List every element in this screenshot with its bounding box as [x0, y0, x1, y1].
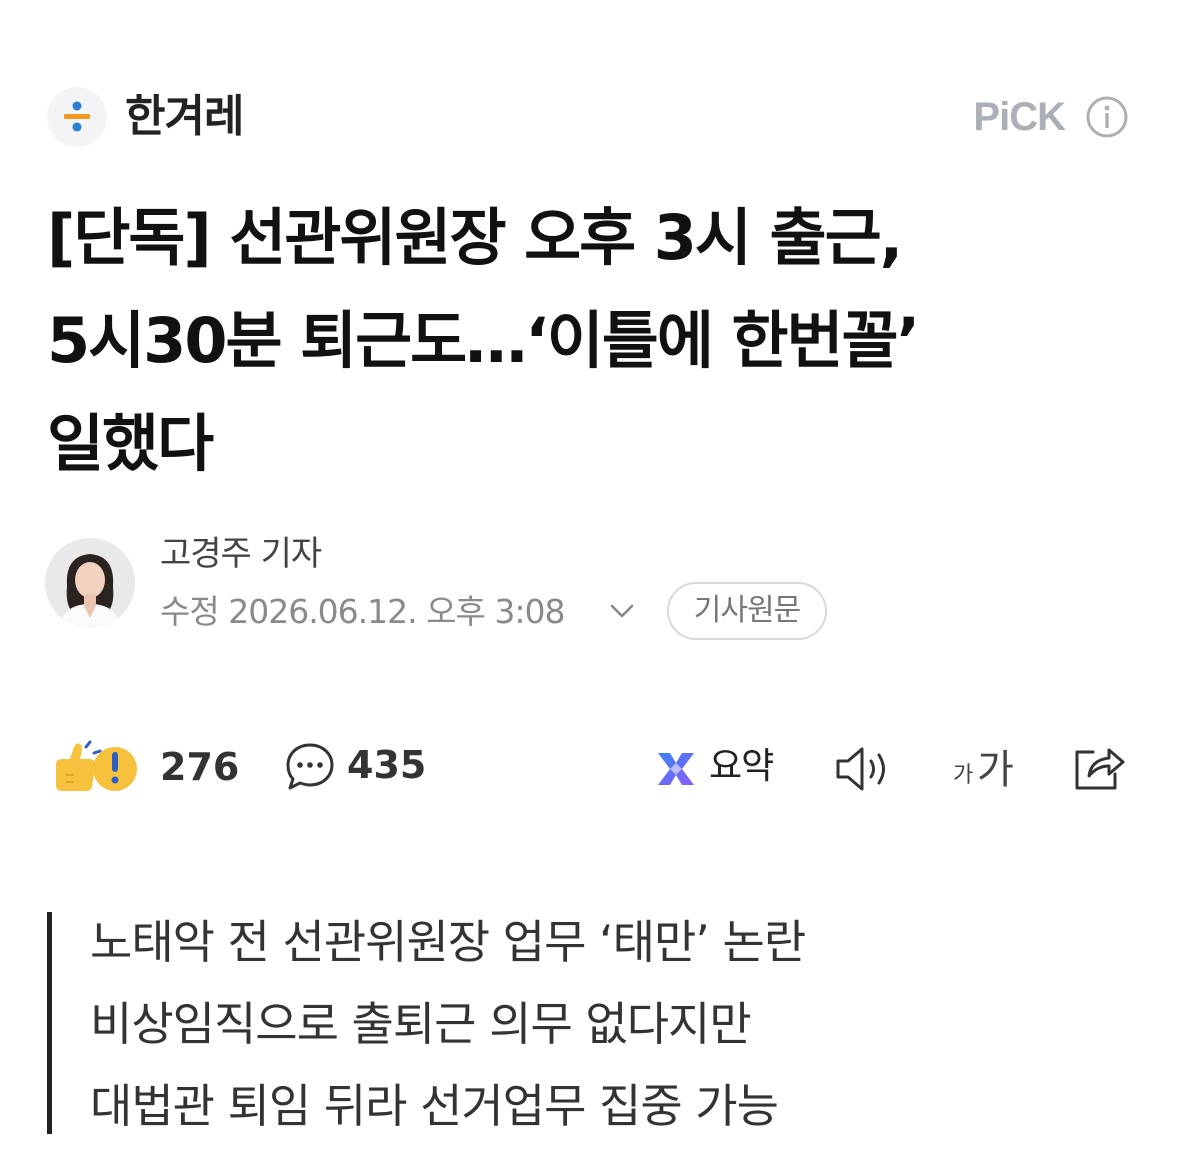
reaction-emoji-icon [56, 740, 137, 791]
article-summary-quote: 노태악 전 선관위원장 업무 ‘태만’ 논란 비상임직으로 출퇴근 의무 없다지… [47, 912, 1047, 1134]
press-header: 한겨레 PiCK [47, 87, 1129, 149]
press-logo-icon[interactable] [47, 87, 107, 147]
summary-label: 요약 [709, 746, 774, 787]
share-icon[interactable] [1071, 742, 1127, 794]
article-headline: [단독] 선관위원장 오후 3시 출근, 5시30분 퇴근도…‘이틀에 한번꼴’… [47, 186, 1132, 495]
reaction-count: 276 [160, 745, 240, 789]
headline-line: 5시30분 퇴근도…‘이틀에 한번꼴’ [47, 304, 920, 377]
reporter-avatar[interactable] [45, 538, 135, 628]
headline-line: 일했다 [47, 407, 214, 480]
comment-icon [286, 743, 334, 790]
original-article-button[interactable]: 기사원문 [667, 582, 827, 640]
ai-summary-icon [658, 753, 694, 785]
chevron-down-icon[interactable] [606, 600, 638, 624]
font-size-button[interactable]: 가 가 [953, 741, 1023, 795]
summary-line: 비상임직으로 출퇴근 의무 없다지만 [90, 997, 752, 1051]
font-size-large-label: 가 [977, 747, 1014, 793]
font-size-small-label: 가 [953, 763, 974, 788]
press-name[interactable]: 한겨레 [125, 89, 244, 145]
speaker-icon[interactable] [834, 744, 894, 794]
reporter-name[interactable]: 고경주 기자 [160, 532, 322, 576]
pick-badge: PiCK [973, 95, 1066, 139]
summary-button[interactable]: 요약 [647, 736, 787, 798]
article-timestamp[interactable]: 수정 2026.06.12. 오후 3:08 [160, 590, 565, 634]
action-bar: 276 435 요약 가 가 [47, 736, 1129, 798]
summary-line: 대법관 퇴임 뒤라 선거업무 집중 가능 [90, 1079, 779, 1133]
comment-count: 435 [347, 743, 427, 787]
reaction-button[interactable]: 276 [47, 736, 240, 798]
comment-button[interactable]: 435 [277, 736, 427, 798]
headline-line: [단독] 선관위원장 오후 3시 출근, [47, 201, 903, 274]
summary-line: 노태악 전 선관위원장 업무 ‘태만’ 논란 [90, 915, 806, 969]
info-icon[interactable] [1085, 95, 1129, 139]
